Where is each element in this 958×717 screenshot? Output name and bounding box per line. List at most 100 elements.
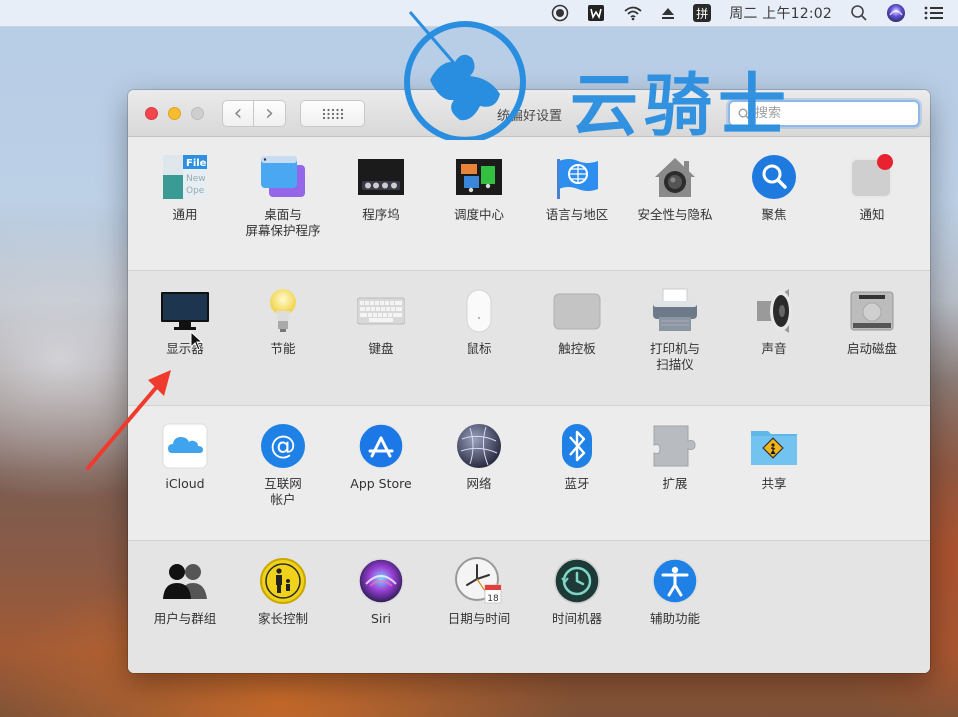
- dock-icon: [357, 153, 405, 201]
- sound-icon: [750, 287, 798, 335]
- eject-icon[interactable]: [661, 0, 675, 27]
- app-store-icon: [357, 422, 405, 470]
- system-preferences-window: ‹ › 统偏好设置 File New Ope 通用: [128, 90, 930, 673]
- icloud-icon: [161, 422, 209, 470]
- svg-text:File: File: [186, 158, 207, 169]
- pref-label: 节能: [270, 341, 296, 356]
- pref-energy-saver[interactable]: 节能: [235, 287, 331, 397]
- search-field[interactable]: [728, 100, 920, 127]
- window-title: 统偏好设置: [497, 109, 563, 124]
- pref-label: 程序坞: [362, 207, 400, 222]
- keyboard-icon: [357, 287, 405, 335]
- calendar-day: 18: [487, 594, 499, 604]
- minimize-button[interactable]: [168, 107, 181, 120]
- pref-label: App Store: [350, 476, 412, 491]
- close-button[interactable]: [145, 107, 158, 120]
- pinyin-input-icon[interactable]: 拼: [693, 0, 712, 27]
- desktop-screensaver-icon: [259, 153, 307, 201]
- spotlight-icon: [750, 153, 798, 201]
- pref-label: 鼠标: [466, 341, 492, 356]
- pref-sound[interactable]: 声音: [726, 287, 822, 397]
- time-machine-icon: [553, 557, 601, 605]
- pref-network[interactable]: 网络: [431, 422, 527, 532]
- pref-bluetooth[interactable]: 蓝牙: [529, 422, 625, 532]
- pref-label: 网络: [466, 476, 492, 491]
- accessibility-icon: [651, 557, 699, 605]
- pref-sharing[interactable]: 共享: [726, 422, 822, 532]
- input-method-label: 拼: [693, 4, 712, 22]
- pref-internet-accounts[interactable]: @ 互联网 帐户: [235, 422, 331, 532]
- pref-keyboard[interactable]: 键盘: [333, 287, 429, 397]
- pref-label: 聚焦: [761, 207, 787, 222]
- notification-center-icon[interactable]: [924, 0, 944, 27]
- chevron-right-icon: ›: [265, 100, 274, 126]
- grid-icon: [322, 108, 343, 119]
- pref-displays[interactable]: 显示器: [137, 287, 233, 397]
- svg-text:@: @: [270, 431, 296, 461]
- pref-dock[interactable]: 程序坞: [333, 153, 429, 263]
- pref-startup-disk[interactable]: 启动磁盘: [824, 287, 920, 397]
- pref-extensions[interactable]: 扩展: [627, 422, 723, 532]
- pref-label: 启动磁盘: [846, 341, 897, 356]
- chevron-left-icon: ‹: [233, 100, 243, 126]
- zoom-button: [191, 107, 204, 120]
- pref-label: 键盘: [368, 341, 394, 356]
- bluetooth-icon: [553, 422, 601, 470]
- pref-app-store[interactable]: App Store: [333, 422, 429, 532]
- pref-users-groups[interactable]: 用户与群组: [137, 557, 233, 667]
- pref-time-machine[interactable]: 时间机器: [529, 557, 625, 667]
- pref-spotlight[interactable]: 聚焦: [726, 153, 822, 263]
- title-bar: ‹ › 统偏好设置: [128, 90, 930, 137]
- security-privacy-icon: [651, 153, 699, 201]
- pref-label: 触控板: [558, 341, 596, 356]
- pref-label: 蓝牙: [564, 476, 590, 491]
- pref-siri[interactable]: Siri: [333, 557, 429, 667]
- pref-label: iCloud: [165, 476, 205, 491]
- mouse-cursor-icon: [190, 331, 204, 351]
- displays-icon: [161, 287, 209, 335]
- svg-text:Ope: Ope: [186, 186, 205, 196]
- date-time-icon: 18: [455, 557, 503, 605]
- pref-security-privacy[interactable]: 安全性与隐私: [627, 153, 723, 263]
- pref-mission-control[interactable]: 调度中心: [431, 153, 527, 263]
- pref-label: 安全性与隐私: [637, 207, 713, 222]
- pref-label: 辅助功能: [649, 611, 700, 626]
- screen-record-icon[interactable]: [551, 0, 569, 27]
- back-button[interactable]: ‹: [222, 100, 254, 127]
- pref-parental-controls[interactable]: 家长控制: [235, 557, 331, 667]
- wps-icon[interactable]: [587, 0, 605, 27]
- pref-trackpad[interactable]: 触控板: [529, 287, 625, 397]
- search-input[interactable]: [755, 106, 905, 121]
- pref-label: 声音: [761, 341, 787, 356]
- pref-date-time[interactable]: 18 日期与时间: [431, 557, 527, 667]
- pref-label: 互联网 帐户: [264, 476, 302, 507]
- pref-label: 时间机器: [551, 611, 602, 626]
- show-all-button[interactable]: [300, 100, 365, 127]
- pref-icloud[interactable]: iCloud: [137, 422, 233, 532]
- pref-printers-scanners[interactable]: 打印机与 扫描仪: [627, 287, 723, 397]
- trackpad-icon: [553, 287, 601, 335]
- general-icon: File New Ope: [161, 153, 209, 201]
- wifi-icon[interactable]: [623, 0, 643, 27]
- pref-label: 调度中心: [453, 207, 504, 222]
- pref-label: 共享: [761, 476, 787, 491]
- siri-menu-icon[interactable]: [886, 0, 906, 27]
- sharing-icon: [750, 422, 798, 470]
- mission-control-icon: [455, 153, 503, 201]
- pref-mouse[interactable]: 鼠标: [431, 287, 527, 397]
- pref-accessibility[interactable]: 辅助功能: [627, 557, 723, 667]
- section-system: 用户与群组 家长控制 Siri 18 日期与时间 时间机器 辅助功能: [128, 541, 930, 673]
- pref-language-region[interactable]: 语言与地区: [529, 153, 625, 263]
- pref-label: 桌面与 屏幕保护程序: [245, 207, 321, 238]
- startup-disk-icon: [848, 287, 896, 335]
- mouse-icon: [455, 287, 503, 335]
- forward-button[interactable]: ›: [254, 100, 286, 127]
- pref-label: 扩展: [662, 476, 688, 491]
- pref-notifications[interactable]: 通知: [824, 153, 920, 263]
- section-internet-wireless: iCloud @ 互联网 帐户 App Store 网络 蓝牙 扩展 共享: [128, 406, 930, 541]
- pref-desktop-screensaver[interactable]: 桌面与 屏幕保护程序: [235, 153, 331, 263]
- menubar-clock[interactable]: 周二 上午12:02: [729, 0, 832, 27]
- pref-label: 用户与群组: [153, 611, 217, 626]
- spotlight-search-icon[interactable]: [850, 0, 868, 27]
- pref-general[interactable]: File New Ope 通用: [137, 153, 233, 263]
